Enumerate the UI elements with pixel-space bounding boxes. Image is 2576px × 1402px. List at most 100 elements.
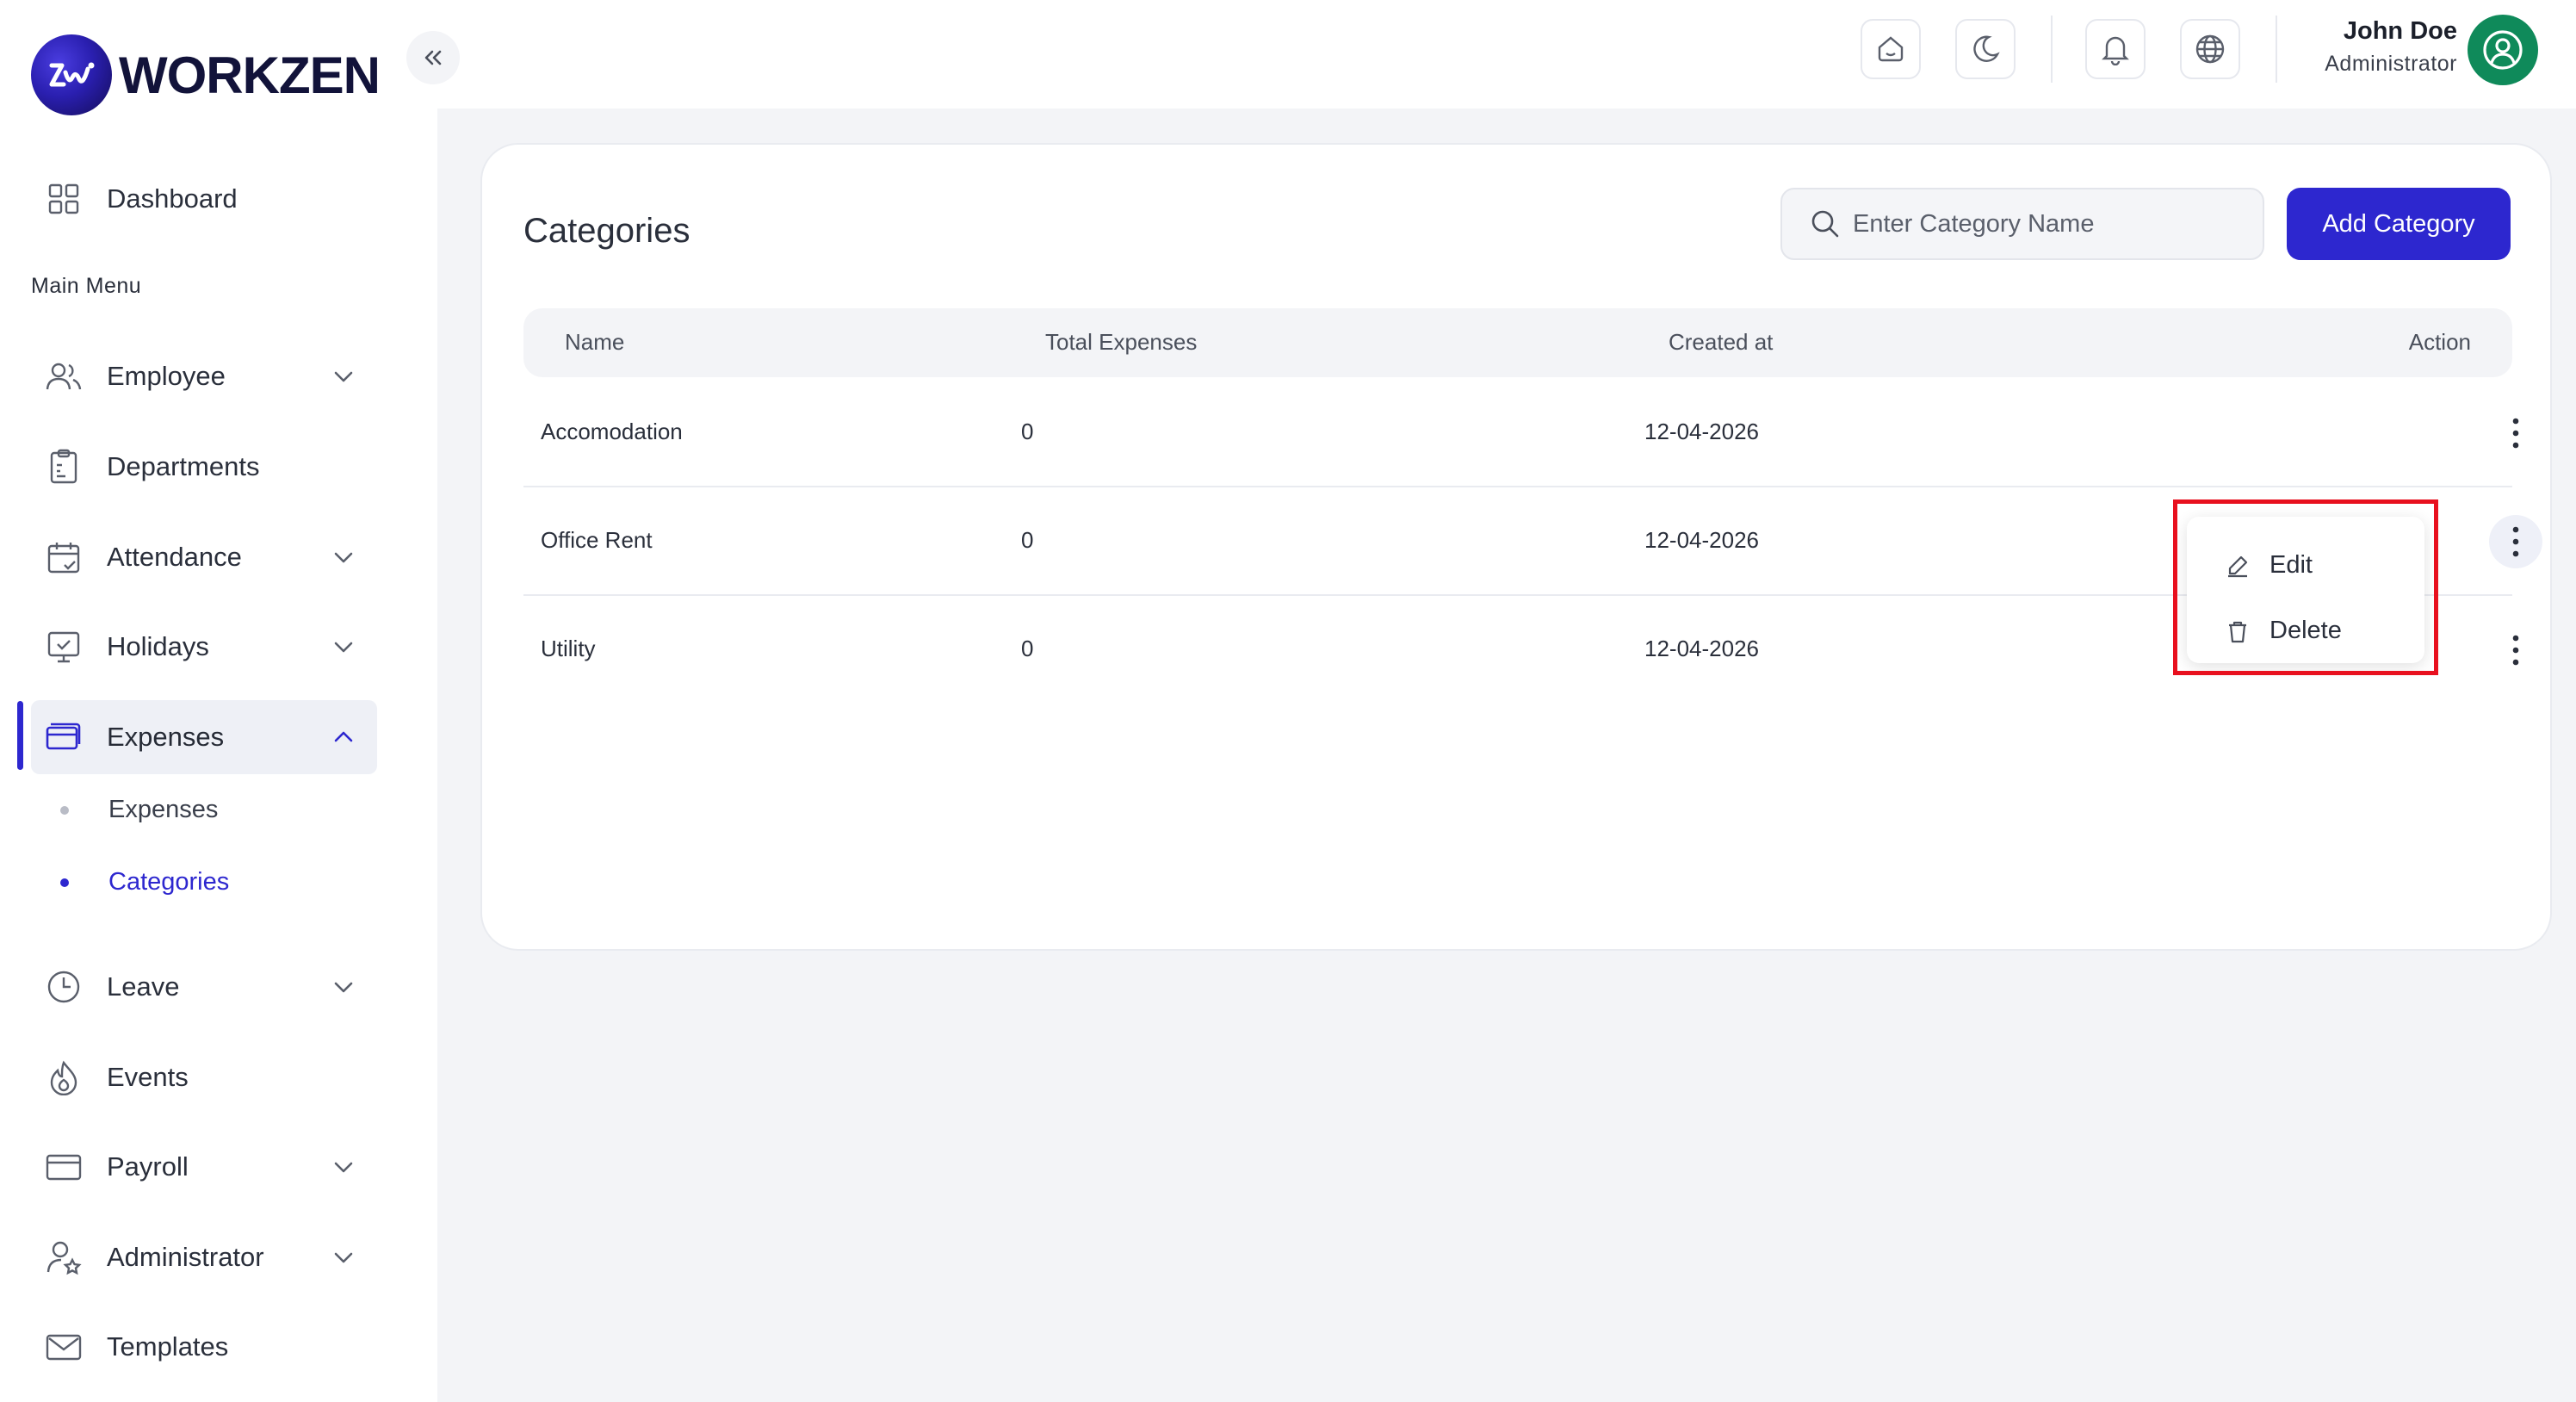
moon-icon <box>1970 34 2001 65</box>
flame-icon <box>45 1058 83 1096</box>
sidebar-item-label: Attendance <box>107 542 242 572</box>
row-actions-button[interactable] <box>2489 623 2542 677</box>
sidebar-item-payroll[interactable]: Payroll <box>31 1130 377 1204</box>
sidebar-item-label: Dashboard <box>107 183 238 214</box>
menu-item-label: Edit <box>2269 551 2313 579</box>
more-vertical-icon <box>2511 633 2520 667</box>
sidebar-item-label: Payroll <box>107 1151 189 1182</box>
monitor-check-icon <box>45 628 83 666</box>
bullet-dot <box>60 878 69 887</box>
search-input[interactable] <box>1853 209 2249 239</box>
row-actions-menu: Edit Delete <box>2187 517 2424 663</box>
sidebar-item-expenses[interactable]: Expenses <box>31 700 377 774</box>
avatar[interactable] <box>2468 15 2538 85</box>
sidebar-item-label: Leave <box>107 971 180 1002</box>
menu-item-label: Delete <box>2269 617 2342 644</box>
cell-created-at: 12-04-2026 <box>1644 636 1759 661</box>
more-vertical-icon <box>2511 416 2520 450</box>
pencil-icon <box>2225 553 2251 579</box>
more-vertical-icon <box>2511 524 2520 559</box>
clipboard-icon <box>45 448 83 486</box>
sidebar-item-label: Events <box>107 1062 189 1092</box>
sidebar-item-administrator[interactable]: Administrator <box>31 1220 377 1294</box>
grid-icon <box>45 180 83 218</box>
table-header: Name Total Expenses Created at Action <box>523 308 2512 377</box>
sidebar-item-employee[interactable]: Employee <box>31 339 377 413</box>
theme-toggle-button[interactable] <box>1955 19 2016 79</box>
cell-name: Accomodation <box>541 419 683 444</box>
sidebar-item-attendance[interactable]: Attendance <box>31 520 377 594</box>
chevrons-left-icon <box>420 45 446 71</box>
chevron-down-icon <box>331 363 356 389</box>
sidebar-item-departments[interactable]: Departments <box>31 430 377 504</box>
sidebar-item-label: Administrator <box>107 1242 264 1272</box>
wallet-icon <box>45 718 83 756</box>
mail-icon <box>45 1328 83 1366</box>
calendar-icon <box>45 538 83 576</box>
sidebar-item-leave[interactable]: Leave <box>31 950 377 1024</box>
home-icon <box>1875 34 1906 65</box>
search-box[interactable] <box>1780 188 2264 260</box>
column-header-name: Name <box>565 329 625 355</box>
trash-icon <box>2225 618 2251 644</box>
active-indicator <box>17 701 23 770</box>
language-button[interactable] <box>2180 19 2240 79</box>
cell-name: Utility <box>541 636 596 661</box>
chevron-down-icon <box>331 1154 356 1180</box>
sidebar-item-holidays[interactable]: Holidays <box>31 610 377 684</box>
clock-icon <box>45 968 83 1006</box>
chevron-up-icon <box>331 724 356 750</box>
cell-created-at: 12-04-2026 <box>1644 419 1759 444</box>
cell-name: Office Rent <box>541 527 653 553</box>
sidebar-item-label: Templates <box>107 1331 229 1362</box>
sidebar-item-events[interactable]: Events <box>31 1040 377 1114</box>
users-icon <box>45 357 83 395</box>
brand-logo[interactable]: WORKZEN <box>31 34 381 115</box>
chevron-down-icon <box>331 544 356 570</box>
sidebar-item-dashboard[interactable]: Dashboard <box>31 162 377 236</box>
chevron-down-icon <box>331 1244 356 1270</box>
credit-card-icon <box>45 1148 83 1186</box>
globe-icon <box>2194 33 2226 65</box>
page-title: Categories <box>523 212 690 250</box>
section-title-main-menu: Main Menu <box>31 274 142 298</box>
header-divider <box>2276 16 2277 83</box>
sidebar-subitem-label: Categories <box>108 868 230 896</box>
chevron-down-icon <box>331 634 356 660</box>
sidebar-item-label: Departments <box>107 451 260 481</box>
user-circle-icon <box>2480 28 2525 72</box>
table-row: Accomodation 0 12-04-2026 <box>523 379 2519 487</box>
sidebar-subitem-categories[interactable]: Categories <box>60 868 229 896</box>
user-role: Administrator <box>2325 52 2457 76</box>
brand-name: WORKZEN <box>119 46 381 104</box>
menu-item-delete[interactable]: Delete <box>2225 617 2342 645</box>
column-header-created-at: Created at <box>1669 329 1774 355</box>
chevron-down-icon <box>331 974 356 1000</box>
sidebar-item-templates[interactable]: Templates <box>31 1310 377 1384</box>
sidebar-item-label: Expenses <box>107 722 225 752</box>
row-actions-button[interactable] <box>2489 515 2542 568</box>
user-name[interactable]: John Doe <box>2344 17 2457 46</box>
add-category-button[interactable]: Add Category <box>2287 188 2511 260</box>
home-button[interactable] <box>1861 19 1921 79</box>
row-actions-button[interactable] <box>2489 406 2542 460</box>
bullet-dot <box>60 805 69 815</box>
user-star-icon <box>45 1238 83 1276</box>
top-header: John Doe Administrator <box>437 0 2576 109</box>
sidebar-subitem-expenses[interactable]: Expenses <box>60 796 218 824</box>
search-icon <box>1810 208 1841 239</box>
sidebar-subitem-label: Expenses <box>108 796 219 823</box>
cell-created-at: 12-04-2026 <box>1644 527 1759 553</box>
sidebar: WORKZEN Dashboard Main Menu Employee Dep… <box>0 0 437 1402</box>
logo-icon <box>31 34 112 115</box>
cell-total-expenses: 0 <box>1021 527 1034 553</box>
header-divider <box>2051 16 2053 83</box>
sidebar-item-label: Employee <box>107 361 226 391</box>
menu-item-edit[interactable]: Edit <box>2225 551 2313 580</box>
cell-total-expenses: 0 <box>1021 419 1034 444</box>
column-header-total-expenses: Total Expenses <box>1045 329 1198 355</box>
column-header-action: Action <box>2408 329 2471 355</box>
notifications-button[interactable] <box>2085 19 2146 79</box>
sidebar-collapse-button[interactable] <box>406 31 460 84</box>
bell-icon <box>2100 33 2131 65</box>
